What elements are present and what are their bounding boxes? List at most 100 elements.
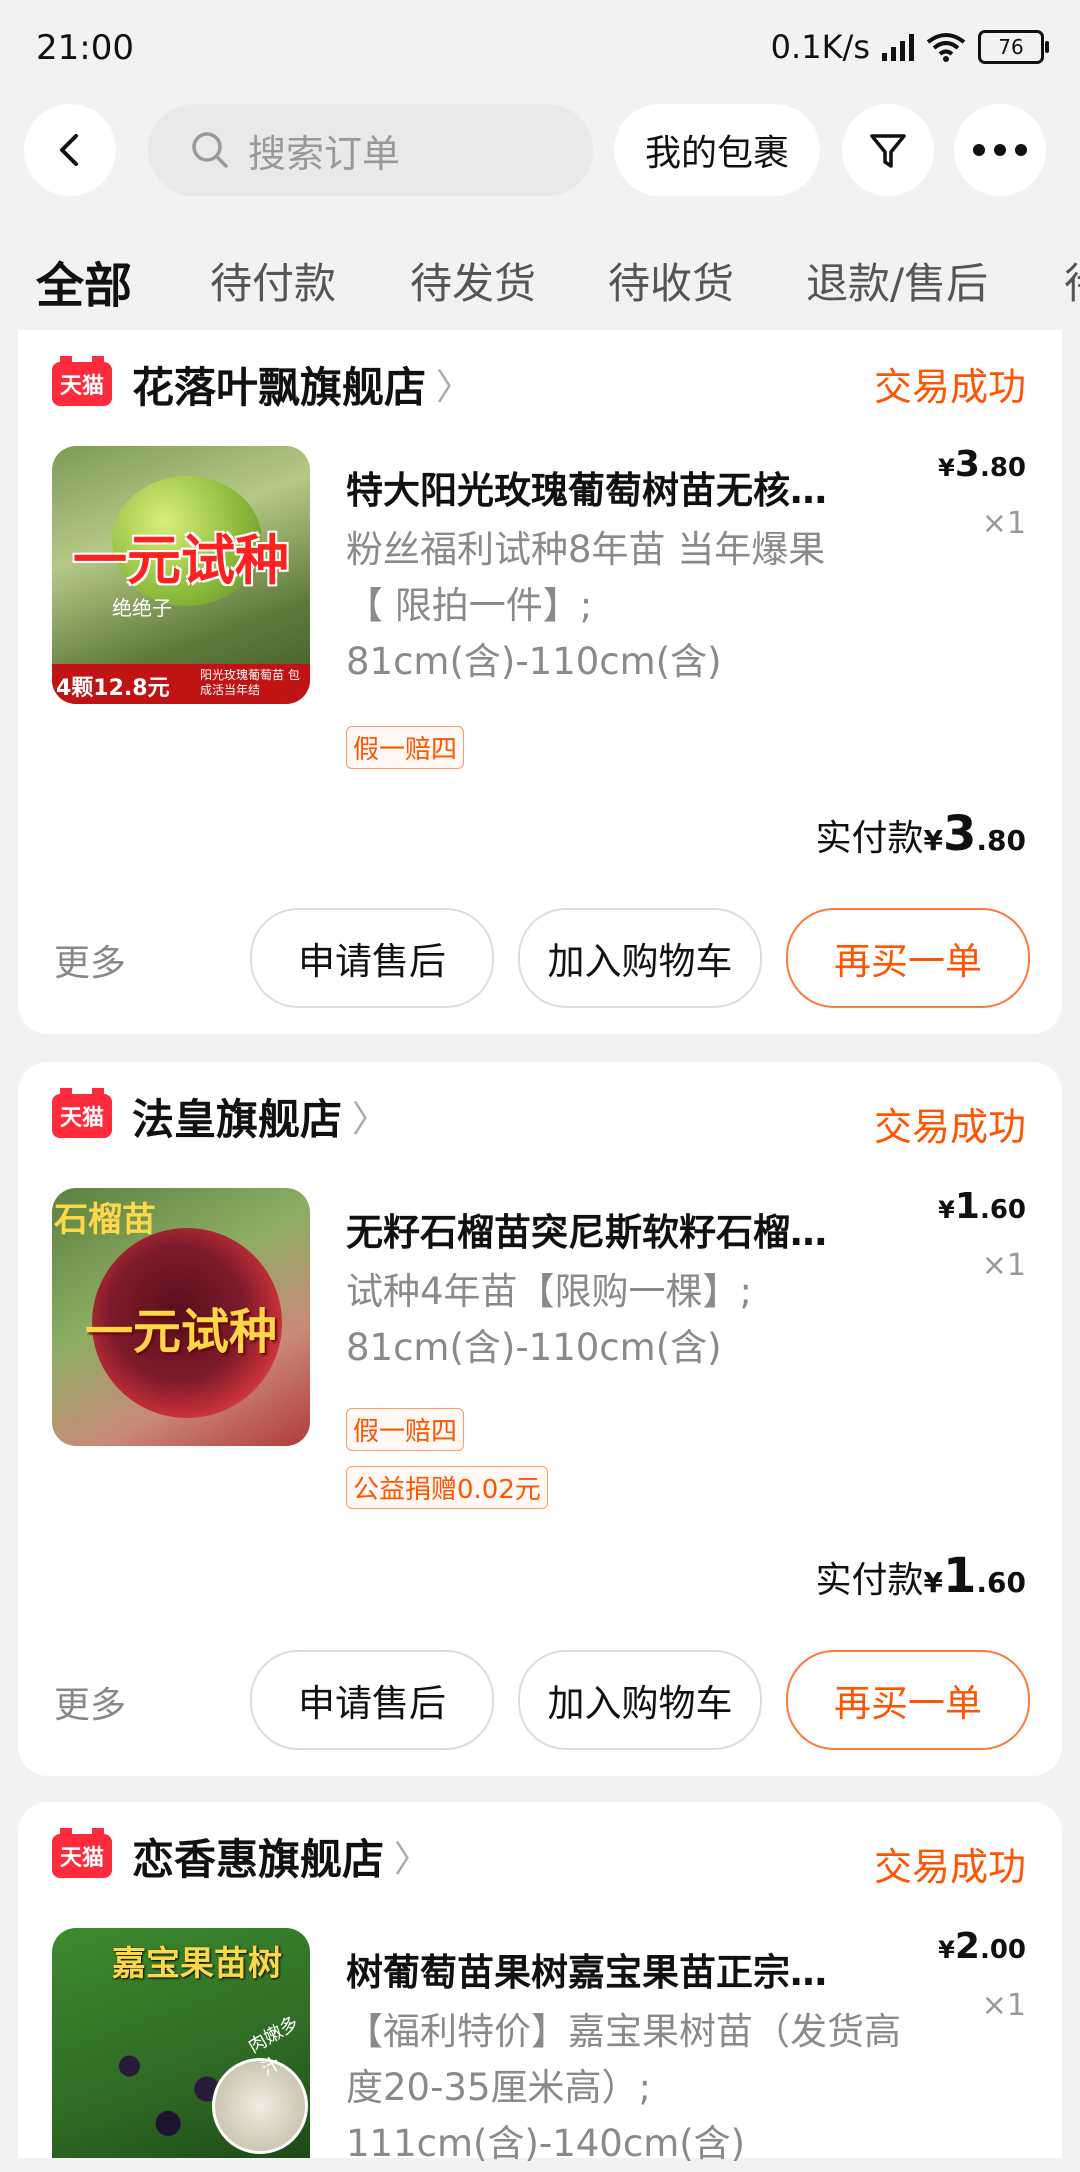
product-title[interactable]: 无籽石榴苗突尼斯软籽石榴树苗果树苗 bbox=[346, 1202, 846, 1256]
tab-pending-shipment[interactable]: 待发货 bbox=[410, 250, 536, 311]
shop-name: 恋香惠旗舰店 bbox=[132, 1834, 385, 1884]
order-status: 交易成功 bbox=[873, 365, 1026, 409]
guarantee-tag: 假一赔四 bbox=[346, 1408, 465, 1451]
filter-icon bbox=[870, 134, 906, 168]
tmall-logo-icon: 天猫 bbox=[52, 1088, 112, 1138]
chevron-right-icon: 〉 bbox=[436, 367, 473, 408]
buy-again-button[interactable]: 再买一单 bbox=[786, 908, 1030, 1008]
tmall-logo-icon: 天猫 bbox=[52, 356, 112, 406]
tab-refund[interactable]: 退款/售后 bbox=[806, 250, 988, 311]
shop-name: 法皇旗舰店 bbox=[132, 1094, 343, 1144]
thumb-title-text: 石榴苗 bbox=[54, 1200, 156, 1240]
order-card[interactable]: 天猫 恋香惠旗舰店 〉 交易成功 嘉宝果苗树 肉嫩多汁 树葡萄苗果树嘉宝果苗正宗… bbox=[18, 1802, 1062, 2165]
shop-row[interactable]: 天猫 花落叶飘旗舰店 〉 bbox=[52, 354, 472, 414]
price-decimal: .80 bbox=[979, 453, 1026, 483]
more-link[interactable]: 更多 bbox=[54, 1676, 126, 1728]
back-arrow-icon bbox=[60, 134, 78, 166]
after-sale-button[interactable]: 申请售后 bbox=[250, 908, 494, 1008]
search-input[interactable]: 搜索订单 bbox=[148, 104, 593, 196]
product-thumbnail[interactable]: 嘉宝果苗树 肉嫩多汁 bbox=[52, 1928, 310, 2158]
paid-label: 实付款 bbox=[815, 1560, 924, 1601]
quantity: ×1 bbox=[981, 1988, 1026, 2023]
paid-label: 实付款 bbox=[815, 818, 924, 859]
signal-icon bbox=[882, 33, 914, 61]
thumb-promo-text: 一元试种 bbox=[73, 529, 289, 592]
sku-line: 度20-35厘米高）; bbox=[346, 2066, 651, 2109]
unit-price: ¥3.80 bbox=[938, 444, 1026, 485]
tab-pending-receipt[interactable]: 待收货 bbox=[608, 250, 734, 311]
currency-symbol: ¥ bbox=[938, 454, 955, 482]
charity-tag: 公益捐赠0.02元 bbox=[346, 1466, 548, 1509]
back-button[interactable] bbox=[24, 104, 116, 196]
currency-symbol: ¥ bbox=[938, 1196, 955, 1224]
fruit-inset-image bbox=[212, 2058, 308, 2154]
paid-decimal: .80 bbox=[976, 824, 1026, 857]
search-icon bbox=[192, 132, 228, 168]
currency-symbol: ¥ bbox=[923, 1566, 943, 1599]
thumb-price-text: 4颗12.8元 bbox=[56, 676, 170, 701]
chevron-right-icon: 〉 bbox=[394, 1839, 431, 1880]
sku-info: 试种4年苗【限购一棵】; 81cm(含)-110cm(含) bbox=[346, 1264, 906, 1376]
shop-name: 花落叶飘旗舰店 bbox=[132, 362, 427, 412]
quantity: ×1 bbox=[981, 506, 1026, 541]
price-integer: 3 bbox=[954, 444, 980, 485]
paid-integer: 1 bbox=[942, 1548, 977, 1604]
sku-line: 111cm(含)-140cm(含) bbox=[346, 2122, 746, 2165]
shop-row[interactable]: 天猫 法皇旗舰店 〉 bbox=[52, 1086, 388, 1146]
price-integer: 2 bbox=[954, 1926, 980, 1967]
paid-amount: 实付款¥3.80 bbox=[815, 806, 1026, 862]
ellipsis-icon bbox=[973, 144, 1027, 156]
tab-review[interactable]: 待 bbox=[1064, 250, 1080, 311]
wifi-icon bbox=[926, 33, 966, 62]
after-sale-button[interactable]: 申请售后 bbox=[250, 1650, 494, 1750]
more-options-button[interactable] bbox=[954, 104, 1046, 196]
currency-symbol: ¥ bbox=[923, 824, 943, 857]
price-integer: 1 bbox=[954, 1186, 980, 1227]
product-title[interactable]: 特大阳光玫瑰葡萄树苗无核巨峰葡萄苗 bbox=[346, 460, 846, 514]
search-placeholder: 搜索订单 bbox=[248, 131, 401, 176]
order-tabs: 全部 待付款 待发货 待收货 退款/售后 待 bbox=[0, 250, 1080, 330]
network-speed: 0.1K/s bbox=[770, 28, 870, 66]
chevron-right-icon: 〉 bbox=[352, 1099, 389, 1140]
sku-line: 81cm(含)-110cm(含) bbox=[346, 640, 722, 683]
product-title[interactable]: 树葡萄苗果树嘉宝果苗正宗沙巴四季 bbox=[346, 1942, 846, 1996]
sku-line: 试种4年苗【限购一棵】; bbox=[346, 1270, 753, 1313]
sku-line: 【 限拍一件】; bbox=[346, 584, 593, 627]
my-packages-button[interactable]: 我的包裹 bbox=[614, 104, 820, 196]
unit-price: ¥1.60 bbox=[938, 1186, 1026, 1227]
add-to-cart-button[interactable]: 加入购物车 bbox=[518, 908, 762, 1008]
guarantee-tag: 假一赔四 bbox=[346, 726, 465, 769]
price-decimal: .60 bbox=[979, 1195, 1026, 1225]
status-bar: 21:00 0.1K/s 76 bbox=[0, 0, 1080, 100]
sku-info: 粉丝福利试种8年苗 当年爆果 【 限拍一件】; 81cm(含)-110cm(含) bbox=[346, 522, 906, 690]
order-card[interactable]: 天猫 花落叶飘旗舰店 〉 交易成功 一元试种 绝绝子 4颗12.8元 阳光玫瑰葡… bbox=[18, 330, 1062, 1034]
currency-symbol: ¥ bbox=[938, 1936, 955, 1964]
order-status: 交易成功 bbox=[873, 1105, 1026, 1149]
paid-decimal: .60 bbox=[976, 1566, 1026, 1599]
tab-pending-payment[interactable]: 待付款 bbox=[210, 250, 336, 311]
thumb-caption: 绝绝子 bbox=[112, 596, 172, 620]
product-thumbnail[interactable]: 一元试种 绝绝子 4颗12.8元 阳光玫瑰葡萄苗 包成活当年结 bbox=[52, 446, 310, 704]
thumb-promo-text: 一元试种 bbox=[84, 1304, 277, 1360]
order-status: 交易成功 bbox=[873, 1845, 1026, 1889]
add-to-cart-button[interactable]: 加入购物车 bbox=[518, 1650, 762, 1750]
battery-icon: 76 bbox=[978, 30, 1049, 64]
order-card[interactable]: 天猫 法皇旗舰店 〉 交易成功 石榴苗 一元试种 无籽石榴苗突尼斯软籽石榴树苗果… bbox=[18, 1062, 1062, 1776]
status-right: 0.1K/s 76 bbox=[770, 28, 1049, 66]
thumb-banner: 4颗12.8元 阳光玫瑰葡萄苗 包成活当年结 bbox=[52, 664, 310, 704]
sku-line: 【福利特价】嘉宝果树苗（发货高 bbox=[346, 2010, 901, 2053]
buy-again-button[interactable]: 再买一单 bbox=[786, 1650, 1030, 1750]
tab-all[interactable]: 全部 bbox=[36, 246, 132, 316]
tmall-logo-icon: 天猫 bbox=[52, 1828, 112, 1878]
paid-integer: 3 bbox=[942, 806, 977, 862]
thumb-title-text: 嘉宝果苗树 bbox=[112, 1944, 282, 1984]
product-thumbnail[interactable]: 石榴苗 一元试种 bbox=[52, 1188, 310, 1446]
more-link[interactable]: 更多 bbox=[54, 934, 126, 986]
sku-line: 81cm(含)-110cm(含) bbox=[346, 1326, 722, 1369]
quantity: ×1 bbox=[981, 1248, 1026, 1283]
unit-price: ¥2.00 bbox=[938, 1926, 1026, 1967]
price-decimal: .00 bbox=[979, 1935, 1026, 1965]
shop-row[interactable]: 天猫 恋香惠旗舰店 〉 bbox=[52, 1826, 430, 1886]
sku-info: 【福利特价】嘉宝果树苗（发货高 度20-35厘米高）; 111cm(含)-140… bbox=[346, 2004, 906, 2172]
filter-button[interactable] bbox=[842, 104, 934, 196]
